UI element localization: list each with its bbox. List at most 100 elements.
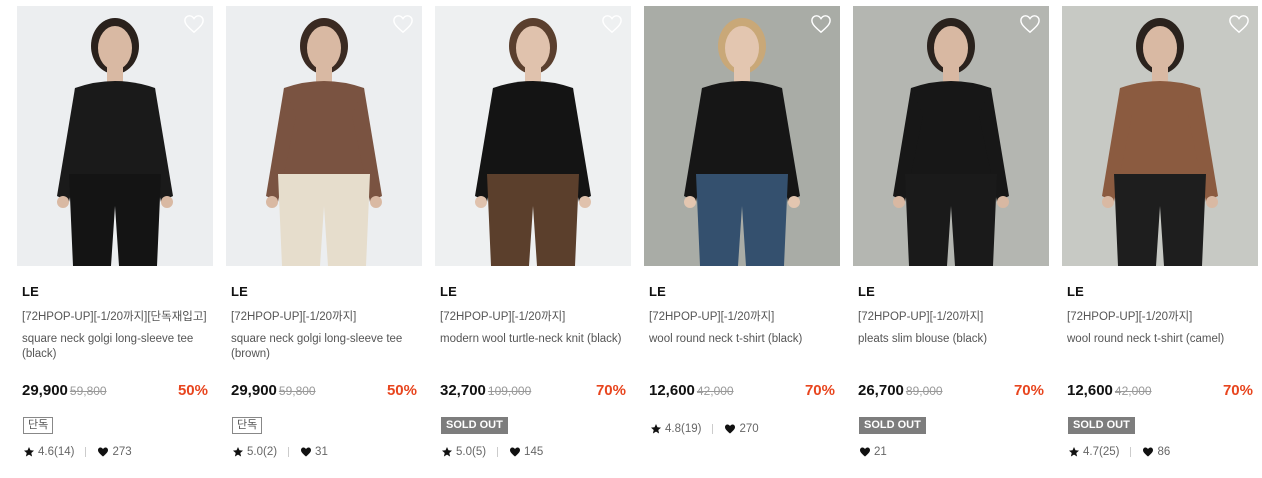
sale-price: 12,600	[1067, 382, 1113, 399]
product-promo[interactable]: [72HPOP-UP][-1/20까지]	[858, 308, 1048, 324]
discount-rate: 70%	[1013, 382, 1044, 399]
sale-price: 12,600	[649, 382, 695, 399]
rating-text: 4.8(19)	[665, 423, 702, 435]
rating-text: 4.6(14)	[38, 446, 75, 458]
product-image[interactable]	[644, 6, 840, 266]
product-grid: LE [72HPOP-UP][-1/20까지][단독재입고] square ne…	[17, 6, 1262, 478]
product-photo	[644, 6, 840, 266]
exclusive-badge: 단독	[23, 417, 54, 434]
stats-divider	[1130, 447, 1132, 457]
product-promo[interactable]: [72HPOP-UP][-1/20까지]	[1067, 308, 1257, 324]
product-image[interactable]	[853, 6, 1049, 266]
stats-divider	[85, 447, 87, 457]
product-photo	[17, 6, 213, 266]
product-card[interactable]: LE [72HPOP-UP][-1/20까지][단독재입고] square ne…	[17, 6, 213, 478]
product-name[interactable]: pleats slim blouse (black)	[858, 332, 1048, 347]
wishlist-heart-icon[interactable]	[183, 14, 205, 34]
product-image[interactable]	[17, 6, 213, 266]
wishlist-heart-icon[interactable]	[392, 14, 414, 34]
discount-rate: 50%	[177, 382, 208, 399]
discount-rate: 70%	[1222, 382, 1253, 399]
discount-rate: 70%	[804, 382, 835, 399]
wishlist-heart-icon[interactable]	[601, 14, 623, 34]
product-promo[interactable]: [72HPOP-UP][-1/20까지]	[440, 308, 630, 324]
like-heart-icon	[97, 446, 109, 458]
price-row: 32,700 109,000 70%	[440, 382, 626, 402]
sale-price: 29,900	[231, 382, 277, 399]
rating-text: 5.0(5)	[456, 446, 487, 458]
original-price: 59,800	[69, 384, 107, 398]
product-card[interactable]: LE [72HPOP-UP][-1/20까지] modern wool turt…	[435, 6, 631, 478]
sale-price: 26,700	[858, 382, 904, 399]
product-stats: 21	[859, 446, 887, 458]
product-photo	[1062, 6, 1258, 266]
discount-rate: 70%	[595, 382, 626, 399]
like-count: 86	[1157, 446, 1171, 458]
like-heart-icon	[509, 446, 521, 458]
rating-text: 5.0(2)	[247, 446, 278, 458]
stats-divider	[288, 447, 290, 457]
product-brand: LE	[858, 284, 876, 299]
product-photo	[853, 6, 1049, 266]
star-icon	[232, 446, 244, 458]
product-image[interactable]	[226, 6, 422, 266]
star-icon	[650, 423, 662, 435]
like-heart-icon	[300, 446, 312, 458]
product-photo	[435, 6, 631, 266]
product-brand: LE	[649, 284, 667, 299]
original-price: 89,000	[905, 384, 943, 398]
original-price: 42,000	[1114, 384, 1152, 398]
original-price: 59,800	[278, 384, 316, 398]
sold-out-badge: SOLD OUT	[441, 417, 508, 434]
sale-price: 29,900	[22, 382, 68, 399]
like-count: 145	[524, 446, 544, 458]
product-stats: 4.7(25) 86	[1068, 446, 1170, 458]
like-heart-icon	[859, 446, 871, 458]
product-stats: 5.0(5) 145	[441, 446, 543, 458]
product-brand: LE	[231, 284, 249, 299]
rating-text: 4.7(25)	[1083, 446, 1120, 458]
original-price: 42,000	[696, 384, 734, 398]
wishlist-heart-icon[interactable]	[1019, 14, 1041, 34]
product-stats: 4.6(14) 273	[23, 446, 132, 458]
product-card[interactable]: LE [72HPOP-UP][-1/20까지] wool round neck …	[644, 6, 840, 478]
product-name[interactable]: square neck golgi long-sleeve tee (black…	[22, 332, 212, 362]
product-name[interactable]: wool round neck t-shirt (black)	[649, 332, 839, 347]
product-brand: LE	[22, 284, 40, 299]
product-promo[interactable]: [72HPOP-UP][-1/20까지]	[231, 308, 421, 324]
product-card[interactable]: LE [72HPOP-UP][-1/20까지] pleats slim blou…	[853, 6, 1049, 478]
sold-out-badge: SOLD OUT	[859, 417, 926, 434]
product-photo	[226, 6, 422, 266]
original-price: 109,000	[487, 384, 532, 398]
like-heart-icon	[1142, 446, 1154, 458]
sale-price: 32,700	[440, 382, 486, 399]
like-count: 270	[739, 423, 759, 435]
product-name[interactable]: wool round neck t-shirt (camel)	[1067, 332, 1257, 347]
product-promo[interactable]: [72HPOP-UP][-1/20까지][단독재입고]	[22, 308, 212, 324]
product-card[interactable]: LE [72HPOP-UP][-1/20까지] wool round neck …	[1062, 6, 1258, 478]
stats-divider	[712, 424, 714, 434]
exclusive-badge: 단독	[232, 417, 263, 434]
wishlist-heart-icon[interactable]	[810, 14, 832, 34]
product-name[interactable]: square neck golgi long-sleeve tee (brown…	[231, 332, 421, 362]
product-stats: 4.8(19) 270	[650, 423, 759, 435]
discount-rate: 50%	[386, 382, 417, 399]
price-row: 29,900 59,800 50%	[231, 382, 417, 402]
like-count: 273	[112, 446, 132, 458]
stats-divider	[497, 447, 499, 457]
wishlist-heart-icon[interactable]	[1228, 14, 1250, 34]
product-promo[interactable]: [72HPOP-UP][-1/20까지]	[649, 308, 839, 324]
price-row: 12,600 42,000 70%	[1067, 382, 1253, 402]
product-name[interactable]: modern wool turtle-neck knit (black)	[440, 332, 630, 347]
star-icon	[23, 446, 35, 458]
product-card[interactable]: LE [72HPOP-UP][-1/20까지] square neck golg…	[226, 6, 422, 478]
sold-out-badge: SOLD OUT	[1068, 417, 1135, 434]
product-image[interactable]	[1062, 6, 1258, 266]
like-heart-icon	[724, 423, 736, 435]
like-count: 31	[315, 446, 328, 458]
like-count: 21	[874, 446, 887, 458]
product-image[interactable]	[435, 6, 631, 266]
price-row: 26,700 89,000 70%	[858, 382, 1044, 402]
star-icon	[441, 446, 453, 458]
star-icon	[1068, 446, 1080, 458]
